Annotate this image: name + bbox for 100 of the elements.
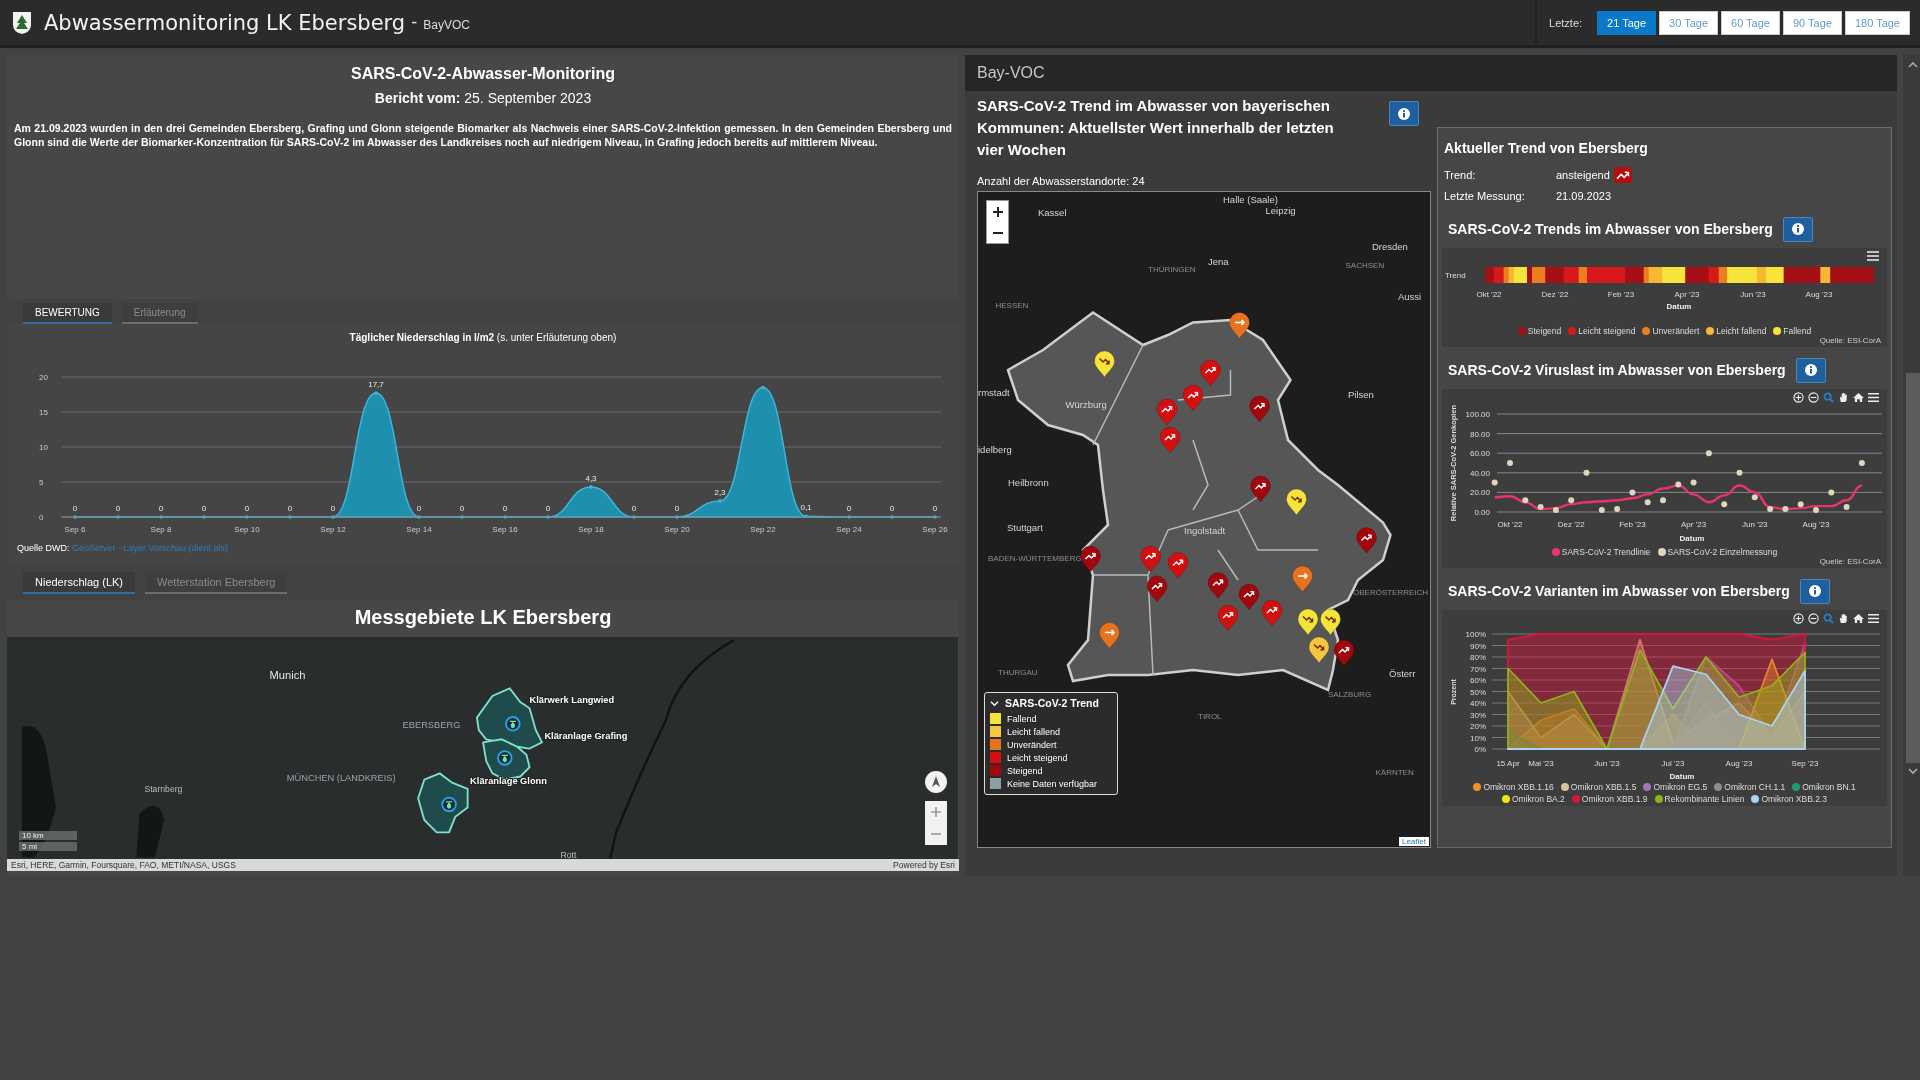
menu-icon[interactable] xyxy=(1868,613,1879,624)
legend-label[interactable]: Omikron XBB.1.16 xyxy=(1483,782,1554,792)
map-pin[interactable] xyxy=(1333,639,1355,667)
map-pin[interactable] xyxy=(1320,608,1341,636)
plant-label: Kläranlage Glonn xyxy=(470,775,547,786)
tab[interactable]: Niederschlag (LK) xyxy=(23,572,136,594)
legend-label[interactable]: Steigend xyxy=(1527,326,1562,336)
info-button[interactable] xyxy=(1799,578,1830,604)
legend-label[interactable]: Leicht steigend xyxy=(1578,326,1636,336)
data-point xyxy=(1797,501,1804,508)
zoom-out-icon[interactable] xyxy=(1808,613,1819,624)
source-label: Quelle DWD: xyxy=(17,543,70,553)
data-label: 0 xyxy=(674,504,680,513)
section-title: SARS-CoV-2 Varianten im Abwasser von Ebersberg xyxy=(1448,583,1790,599)
map-pin[interactable] xyxy=(1140,545,1161,573)
map-pin[interactable] xyxy=(1156,398,1178,426)
legend-label[interactable]: Omikron XBB.1.9 xyxy=(1581,794,1648,804)
home-icon[interactable] xyxy=(1853,613,1864,624)
panel-header: Bay-VOC xyxy=(965,55,1897,91)
tab[interactable]: BEWERTUNG xyxy=(23,303,112,324)
zoom-in-icon[interactable] xyxy=(1793,613,1804,624)
map-place-label: Pilsen xyxy=(1348,388,1374,400)
legend-label[interactable]: Omikron XBB.2.3 xyxy=(1761,794,1828,804)
menu-icon[interactable] xyxy=(1867,251,1879,261)
legend-label[interactable]: Omikron CH.1.1 xyxy=(1724,782,1786,792)
map-pin[interactable] xyxy=(1094,350,1115,378)
data-point xyxy=(73,515,77,519)
axis-title: Datum xyxy=(1666,302,1692,311)
menu-icon[interactable] xyxy=(1868,392,1879,403)
map-pin[interactable] xyxy=(1249,395,1270,423)
zoom-out-icon[interactable] xyxy=(1808,392,1819,403)
map-pin[interactable] xyxy=(1200,359,1221,387)
pan-icon[interactable] xyxy=(1838,392,1849,403)
data-label: 17,7 xyxy=(368,380,384,390)
map-pin[interactable] xyxy=(1167,552,1189,579)
x-tick-label: Mai '23 xyxy=(1528,759,1554,768)
map-pin[interactable] xyxy=(1146,575,1168,603)
plant-label: Kläranlage Grafing xyxy=(544,731,628,742)
x-tick-label: Aug '23 xyxy=(1725,759,1753,768)
catchment-area[interactable] xyxy=(417,772,469,834)
home-icon[interactable] xyxy=(1853,392,1864,403)
zoom-in-icon[interactable] xyxy=(1793,392,1804,403)
data-point xyxy=(1552,507,1559,514)
title-separator: - xyxy=(411,12,418,33)
legend-label[interactable]: Fallend xyxy=(1783,326,1812,336)
map-pin[interactable] xyxy=(1229,312,1250,339)
map-pin[interactable] xyxy=(1217,604,1239,632)
x-tick-label: Apr '23 xyxy=(1674,290,1700,299)
map-pin[interactable] xyxy=(1250,475,1271,503)
map-place-label: Stuttgart xyxy=(1007,522,1043,533)
chevron-icon[interactable] xyxy=(990,698,999,708)
map-pin[interactable] xyxy=(1182,384,1204,412)
legend-label[interactable]: Omikron BA.2 xyxy=(1511,794,1565,804)
chevron-down-icon[interactable] xyxy=(1908,767,1918,775)
leaflet-attribution-link[interactable]: Leaflet xyxy=(1398,837,1429,846)
y-tick-label: 5 xyxy=(39,478,44,487)
info-button[interactable] xyxy=(1795,357,1826,383)
report-title: SARS-CoV-2-Abwasser-Monitoring xyxy=(350,65,616,83)
legend-label[interactable]: Omikron XBB.1.5 xyxy=(1570,782,1637,792)
legend-label[interactable]: Rekombinante Linien xyxy=(1664,794,1745,804)
legend-label[interactable]: Omikron BN.1 xyxy=(1802,782,1856,792)
map-place-label: EBERSBERG xyxy=(402,720,461,731)
x-tick-label: Sep 24 xyxy=(836,525,862,534)
legend-label[interactable]: SARS-CoV-2 Einzelmessung xyxy=(1667,547,1778,557)
pan-icon[interactable] xyxy=(1838,613,1849,624)
data-point xyxy=(1522,497,1529,504)
data-point xyxy=(460,515,464,519)
data-point xyxy=(1782,506,1789,513)
legend-label: Leicht fallend xyxy=(1007,726,1061,737)
info-button[interactable] xyxy=(1389,101,1419,126)
search-icon[interactable] xyxy=(1823,392,1834,403)
map-pin[interactable] xyxy=(1356,527,1377,554)
legend-label[interactable]: Unverändert xyxy=(1652,326,1700,336)
data-point xyxy=(1813,507,1819,514)
legend-label[interactable]: SARS-CoV-2 Trendlinie xyxy=(1561,547,1651,557)
map-pin[interactable] xyxy=(1261,599,1283,627)
map-pin[interactable] xyxy=(1286,488,1307,516)
map-pin[interactable] xyxy=(1297,608,1319,636)
scrollbar-thumb[interactable] xyxy=(1906,373,1920,763)
legend-label[interactable]: Leicht fallend xyxy=(1716,326,1767,336)
search-icon[interactable] xyxy=(1823,613,1834,624)
treatment-plant-icon[interactable] xyxy=(505,716,521,732)
treatment-plant-icon[interactable] xyxy=(441,796,457,813)
map-pin[interactable] xyxy=(1207,572,1229,599)
data-point xyxy=(374,391,378,395)
map-place-label: Munich xyxy=(269,668,306,681)
info-icon xyxy=(1398,107,1410,120)
x-tick-label: Feb '23 xyxy=(1607,290,1635,299)
legend-label[interactable]: Omikron EG.5 xyxy=(1653,782,1708,792)
chevron-up-icon[interactable] xyxy=(1908,61,1918,69)
map-pin[interactable] xyxy=(1292,565,1313,593)
treatment-plant-icon[interactable] xyxy=(497,750,513,766)
range-button[interactable]: 21 Tage xyxy=(1597,10,1657,35)
map-pin[interactable] xyxy=(1099,622,1120,649)
y-tick-label: 30% xyxy=(1470,710,1486,720)
map-pin[interactable] xyxy=(1080,545,1101,573)
map-pin[interactable] xyxy=(1238,583,1260,611)
info-button[interactable] xyxy=(1782,216,1813,242)
scrollbar[interactable] xyxy=(1903,55,1920,876)
map-pin[interactable] xyxy=(1159,426,1181,454)
